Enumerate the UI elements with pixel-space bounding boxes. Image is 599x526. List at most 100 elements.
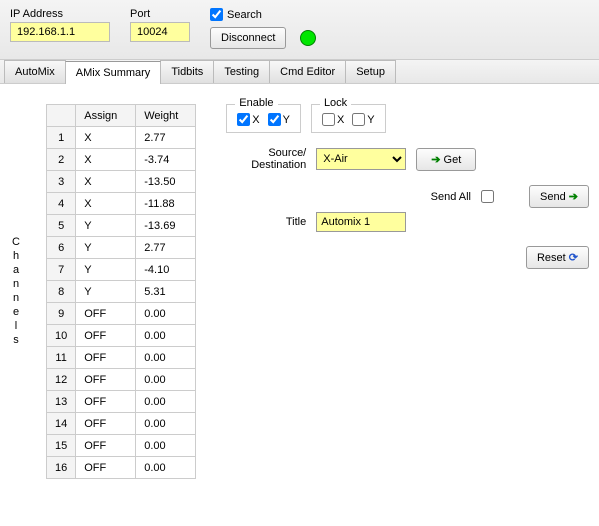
disconnect-button[interactable]: Disconnect xyxy=(210,27,286,49)
table-row: 16OFF0.00 xyxy=(47,457,196,479)
cell-weight[interactable]: 0.00 xyxy=(136,435,196,457)
search-checkbox[interactable] xyxy=(210,8,223,21)
cell-weight[interactable]: 0.00 xyxy=(136,303,196,325)
row-num: 11 xyxy=(47,347,76,369)
send-button[interactable]: Send ➔ xyxy=(529,185,589,208)
disconnect-row: Disconnect xyxy=(210,27,316,49)
row-num: 13 xyxy=(47,391,76,413)
cell-assign[interactable]: OFF xyxy=(76,457,136,479)
cell-assign[interactable]: X xyxy=(76,149,136,171)
cell-assign[interactable]: Y xyxy=(76,215,136,237)
enable-y[interactable]: Y xyxy=(268,113,290,126)
cell-assign[interactable]: OFF xyxy=(76,413,136,435)
cell-weight[interactable]: -13.50 xyxy=(136,171,196,193)
cell-assign[interactable]: X xyxy=(76,193,136,215)
row-num: 1 xyxy=(47,127,76,149)
row-num: 4 xyxy=(47,193,76,215)
tab-cmd-editor[interactable]: Cmd Editor xyxy=(269,60,346,83)
lock-y-checkbox[interactable] xyxy=(352,113,365,126)
port-field: Port xyxy=(130,8,190,42)
row-num: 14 xyxy=(47,413,76,435)
port-input[interactable] xyxy=(130,22,190,42)
search-checkbox-group: Search xyxy=(210,8,316,21)
send-all-checkbox[interactable] xyxy=(481,190,494,203)
lock-y[interactable]: Y xyxy=(352,113,374,126)
cell-weight[interactable]: 0.00 xyxy=(136,369,196,391)
enable-y-checkbox[interactable] xyxy=(268,113,281,126)
cell-weight[interactable]: 2.77 xyxy=(136,127,196,149)
arrow-right-icon: ➔ xyxy=(431,154,440,166)
top-right-group: Search Disconnect xyxy=(210,8,316,49)
cell-assign[interactable]: Y xyxy=(76,237,136,259)
col-weight: Weight xyxy=(136,105,196,127)
source-select[interactable]: X-Air xyxy=(316,148,406,170)
enable-x-checkbox[interactable] xyxy=(237,113,250,126)
row-num: 3 xyxy=(47,171,76,193)
row-num: 5 xyxy=(47,215,76,237)
reset-button[interactable]: Reset ⟳ xyxy=(526,246,589,269)
table-row: 8Y5.31 xyxy=(47,281,196,303)
ip-input[interactable] xyxy=(10,22,110,42)
cell-assign[interactable]: X xyxy=(76,171,136,193)
cell-weight[interactable]: -13.69 xyxy=(136,215,196,237)
lock-x[interactable]: X xyxy=(322,113,344,126)
lock-group: Lock X Y xyxy=(311,104,386,133)
cell-assign[interactable]: OFF xyxy=(76,325,136,347)
cell-assign[interactable]: Y xyxy=(76,259,136,281)
table-row: 9OFF0.00 xyxy=(47,303,196,325)
get-button[interactable]: ➔ Get xyxy=(416,148,476,171)
tab-setup[interactable]: Setup xyxy=(345,60,396,83)
cell-weight[interactable]: 0.00 xyxy=(136,413,196,435)
cell-weight[interactable]: 0.00 xyxy=(136,457,196,479)
table-row: 12OFF0.00 xyxy=(47,369,196,391)
title-label: Title xyxy=(226,216,306,228)
send-all-label: Send All xyxy=(431,191,471,203)
cell-assign[interactable]: X xyxy=(76,127,136,149)
tab-automix[interactable]: AutoMix xyxy=(4,60,66,83)
col-spacer xyxy=(47,105,76,127)
table-row: 3X-13.50 xyxy=(47,171,196,193)
cell-assign[interactable]: OFF xyxy=(76,435,136,457)
table-row: 5Y-13.69 xyxy=(47,215,196,237)
enable-x[interactable]: X xyxy=(237,113,259,126)
tab-tidbits[interactable]: Tidbits xyxy=(160,60,214,83)
cell-weight[interactable]: 0.00 xyxy=(136,347,196,369)
sendall-row: Send All Send ➔ xyxy=(226,185,589,208)
row-num: 9 xyxy=(47,303,76,325)
row-num: 15 xyxy=(47,435,76,457)
enable-lock-row: Enable X Y Lock X Y xyxy=(226,104,589,133)
search-label: Search xyxy=(227,9,262,21)
refresh-icon: ⟳ xyxy=(569,252,578,264)
cell-assign[interactable]: Y xyxy=(76,281,136,303)
tab-testing[interactable]: Testing xyxy=(213,60,270,83)
cell-weight[interactable]: 2.77 xyxy=(136,237,196,259)
row-num: 6 xyxy=(47,237,76,259)
table-row: 7Y-4.10 xyxy=(47,259,196,281)
arrow-right-icon: ➔ xyxy=(569,191,578,203)
title-input[interactable] xyxy=(316,212,406,232)
table-row: 4X-11.88 xyxy=(47,193,196,215)
channels-vertical-label: Channels xyxy=(10,236,26,348)
cell-weight[interactable]: -4.10 xyxy=(136,259,196,281)
port-label: Port xyxy=(130,8,190,20)
cell-assign[interactable]: OFF xyxy=(76,347,136,369)
cell-weight[interactable]: -11.88 xyxy=(136,193,196,215)
cell-assign[interactable]: OFF xyxy=(76,391,136,413)
ip-label: IP Address xyxy=(10,8,110,20)
table-row: 11OFF0.00 xyxy=(47,347,196,369)
tab-amix-summary[interactable]: AMix Summary xyxy=(65,61,162,84)
cell-weight[interactable]: 0.00 xyxy=(136,391,196,413)
tab-content: Channels Assign Weight 1X2.772X-3.743X-1… xyxy=(0,84,599,499)
cell-weight[interactable]: 5.31 xyxy=(136,281,196,303)
cell-weight[interactable]: 0.00 xyxy=(136,325,196,347)
cell-assign[interactable]: OFF xyxy=(76,303,136,325)
top-toolbar: IP Address Port Search Disconnect xyxy=(0,0,599,60)
lock-x-checkbox[interactable] xyxy=(322,113,335,126)
lock-legend: Lock xyxy=(320,97,351,109)
table-row: 1X2.77 xyxy=(47,127,196,149)
table-row: 6Y2.77 xyxy=(47,237,196,259)
row-num: 16 xyxy=(47,457,76,479)
ip-field: IP Address xyxy=(10,8,110,42)
cell-weight[interactable]: -3.74 xyxy=(136,149,196,171)
cell-assign[interactable]: OFF xyxy=(76,369,136,391)
